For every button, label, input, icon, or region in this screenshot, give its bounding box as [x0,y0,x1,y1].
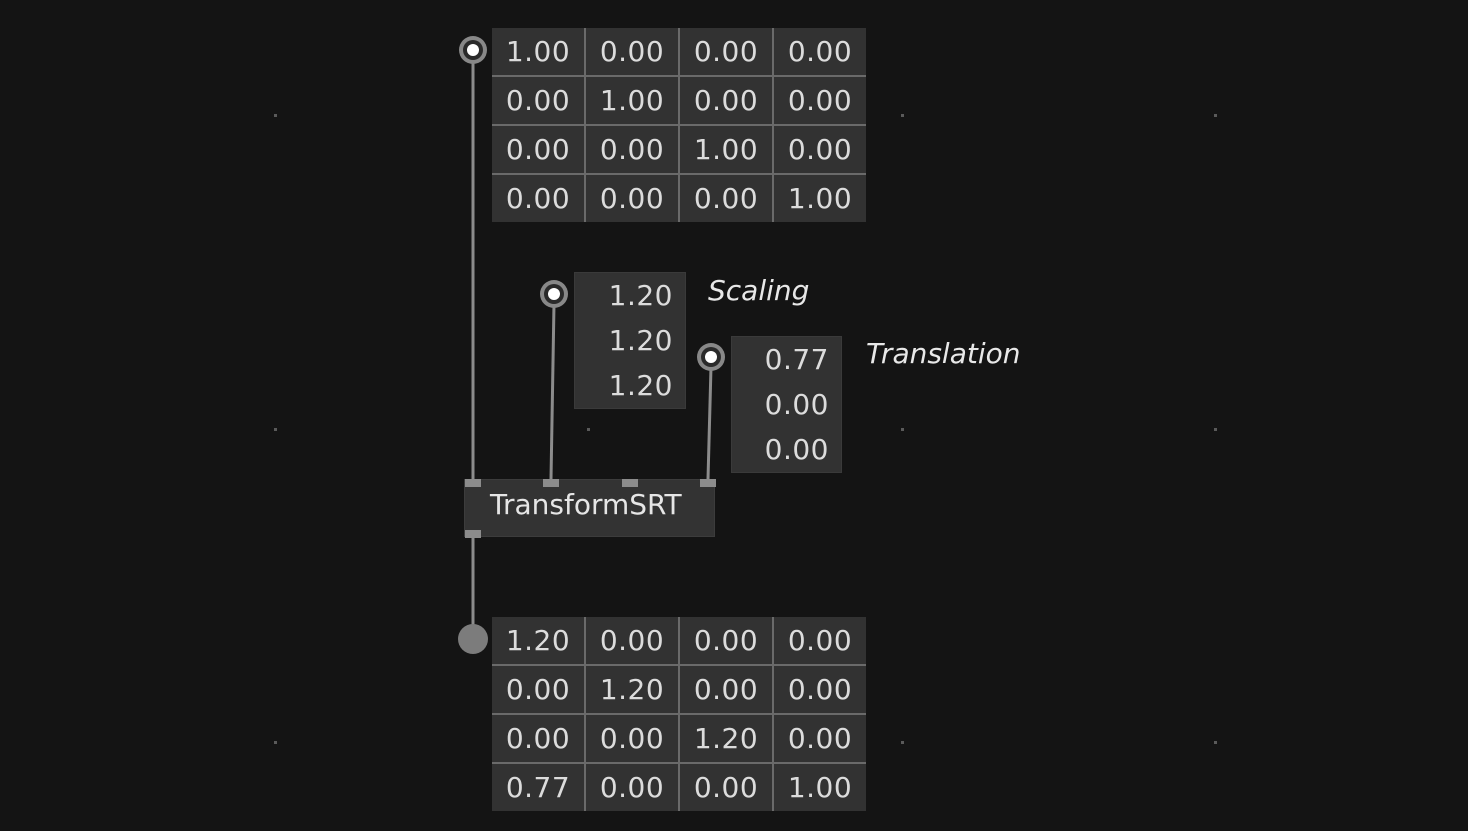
input-matrix-iobox-handle[interactable] [459,36,487,64]
matrix-cell[interactable]: 1.00 [680,126,772,173]
matrix-cell[interactable]: 0.00 [492,666,584,713]
matrix-cell[interactable]: 0.00 [586,764,678,811]
matrix-cell[interactable]: 0.00 [492,715,584,762]
input-pin-scaling[interactable] [543,479,559,487]
matrix-cell[interactable]: 0.00 [774,715,866,762]
matrix-cell[interactable]: 0.00 [492,175,584,222]
wire-translation [706,366,713,480]
matrix-cell[interactable]: 0.00 [586,126,678,173]
matrix-cell[interactable]: 1.00 [774,175,866,222]
translation-vector[interactable]: 0.77 0.00 0.00 [731,336,842,473]
node-title: TransformSRT [490,488,682,521]
translation-z-value[interactable]: 0.00 [732,427,841,472]
matrix-cell[interactable]: 0.00 [774,617,866,664]
scaling-iobox-handle[interactable] [540,280,568,308]
input-pin-translation[interactable] [700,479,716,487]
input-pin-transform[interactable] [465,479,481,487]
output-pin-transform[interactable] [465,530,481,538]
matrix-cell[interactable]: 0.00 [680,28,772,75]
matrix-cell[interactable]: 1.20 [680,715,772,762]
scaling-vector[interactable]: 1.20 1.20 1.20 [574,272,686,409]
transformsrt-node[interactable]: TransformSRT [464,479,716,538]
input-matrix[interactable]: 1.00 0.00 0.00 0.00 0.00 1.00 0.00 0.00 … [492,28,866,222]
matrix-cell[interactable]: 0.00 [680,175,772,222]
output-matrix-iobox-handle[interactable] [458,624,488,654]
matrix-cell[interactable]: 1.00 [492,28,584,75]
matrix-cell[interactable]: 0.00 [774,77,866,124]
matrix-cell[interactable]: 0.00 [492,126,584,173]
output-matrix[interactable]: 1.20 0.00 0.00 0.00 0.00 1.20 0.00 0.00 … [492,617,866,811]
matrix-cell[interactable]: 0.00 [774,126,866,173]
input-pin-rotation[interactable] [622,479,638,487]
matrix-cell[interactable]: 0.00 [680,666,772,713]
matrix-cell[interactable]: 0.00 [680,764,772,811]
matrix-cell[interactable]: 0.00 [680,617,772,664]
translation-iobox-handle[interactable] [697,343,725,371]
matrix-cell[interactable]: 0.00 [774,666,866,713]
matrix-cell[interactable]: 1.20 [492,617,584,664]
matrix-cell[interactable]: 0.00 [586,28,678,75]
matrix-cell[interactable]: 1.00 [774,764,866,811]
matrix-cell[interactable]: 0.00 [492,77,584,124]
translation-x-value[interactable]: 0.77 [732,337,841,382]
matrix-cell[interactable]: 0.00 [680,77,772,124]
matrix-cell[interactable]: 1.00 [586,77,678,124]
matrix-cell[interactable]: 1.20 [586,666,678,713]
wire-scaling [549,303,556,480]
scaling-y-value[interactable]: 1.20 [575,318,685,363]
matrix-cell[interactable]: 0.00 [586,617,678,664]
scaling-z-value[interactable]: 1.20 [575,363,685,408]
matrix-cell[interactable]: 0.00 [586,175,678,222]
matrix-cell[interactable]: 0.00 [586,715,678,762]
scaling-label: Scaling [708,274,810,307]
matrix-cell[interactable]: 0.77 [492,764,584,811]
matrix-cell[interactable]: 0.00 [774,28,866,75]
translation-label: Translation [866,337,1021,370]
scaling-x-value[interactable]: 1.20 [575,273,685,318]
translation-y-value[interactable]: 0.00 [732,382,841,427]
